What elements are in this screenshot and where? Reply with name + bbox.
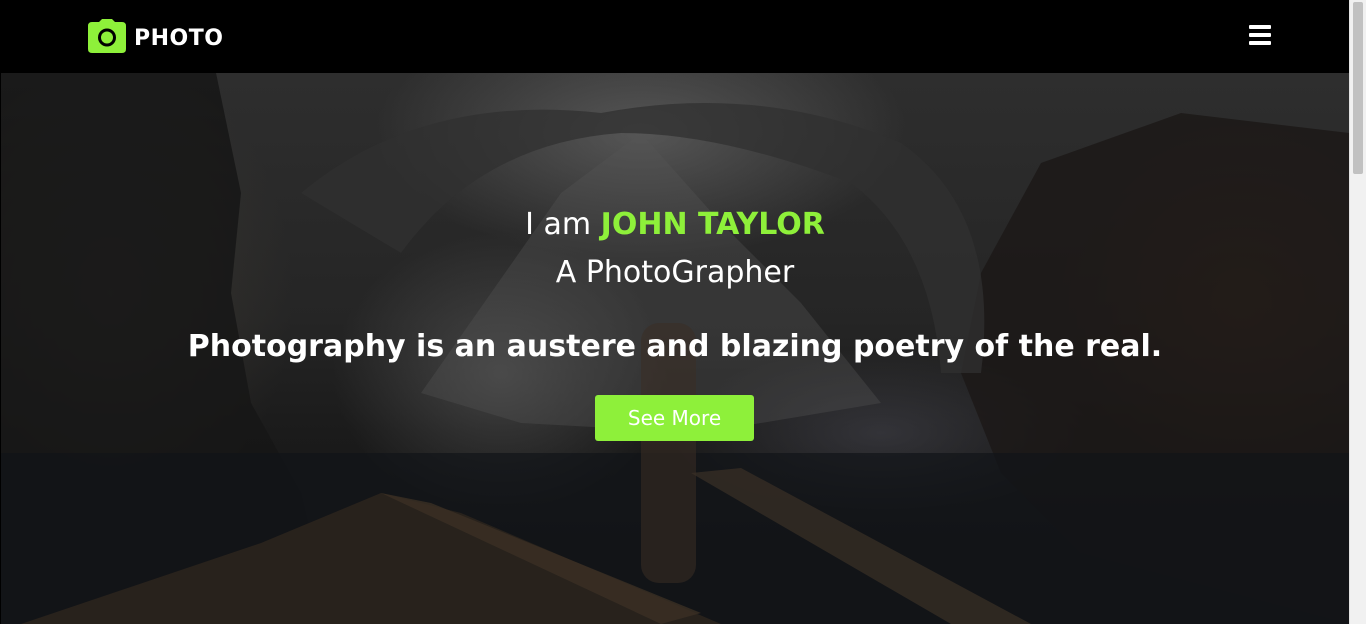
navbar: PHOTO [1,1,1349,73]
camera-icon [88,19,126,53]
intro-prefix: I am [525,207,601,242]
hero-quote: Photography is an austere and blazing po… [187,329,1163,364]
hamburger-menu-icon[interactable] [1249,25,1271,45]
hero-section: I am JOHN TAYLOR A PhotoGrapher Photogra… [1,73,1349,624]
intro-heading: I am JOHN TAYLOR [1,207,1349,243]
photographer-name: JOHN TAYLOR [600,207,825,242]
logo[interactable]: PHOTO [88,19,223,53]
page-scrollbar[interactable] [1349,0,1366,624]
role-subheading: A PhotoGrapher [555,255,795,290]
logo-text: PHOTO [134,25,224,51]
see-more-button[interactable]: See More [595,395,754,441]
scrollbar-thumb[interactable] [1353,2,1363,174]
page: PHOTO I am JOHN TAYLOR A PhotoGrapher Ph… [0,0,1366,624]
